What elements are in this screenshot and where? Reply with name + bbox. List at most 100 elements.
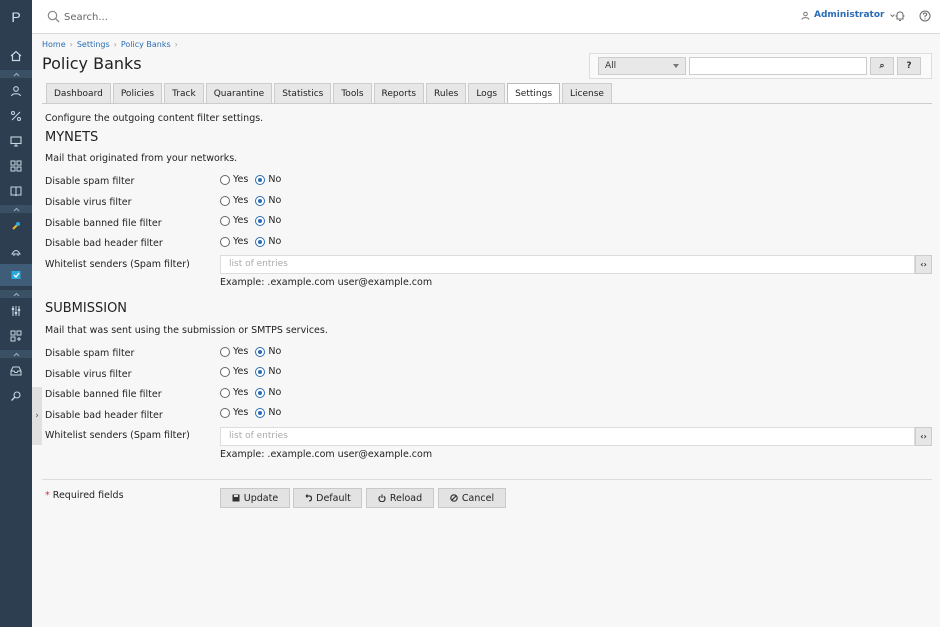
reload-button[interactable]: Reload bbox=[366, 488, 434, 508]
breadcrumb: Home › Settings › Policy Banks › bbox=[42, 40, 178, 49]
radio-button[interactable] bbox=[255, 366, 266, 377]
field-label: Whitelist senders (Spam filter) bbox=[45, 430, 190, 441]
radio-button[interactable] bbox=[255, 215, 266, 226]
radio-yes[interactable]: Yes bbox=[220, 387, 248, 398]
help-icon[interactable] bbox=[919, 10, 931, 22]
collapse-group-toggle[interactable] bbox=[0, 205, 32, 213]
radio-yes[interactable]: Yes bbox=[220, 366, 248, 377]
policy-banks-icon[interactable] bbox=[0, 264, 32, 286]
filter-search-button[interactable]: ⌕ bbox=[870, 57, 894, 75]
tab-statistics[interactable]: Statistics bbox=[274, 83, 332, 103]
radio-no[interactable]: No bbox=[255, 195, 281, 206]
radio-button[interactable] bbox=[220, 407, 230, 418]
radio-button[interactable] bbox=[220, 174, 230, 185]
radio-yes[interactable]: Yes bbox=[220, 215, 248, 226]
radio-label: No bbox=[268, 236, 282, 247]
spam-icon[interactable] bbox=[0, 215, 32, 237]
tab-settings[interactable]: Settings bbox=[507, 83, 561, 104]
collapse-group-toggle[interactable] bbox=[0, 350, 32, 358]
radio-button[interactable] bbox=[220, 236, 230, 247]
caret-down-icon bbox=[673, 64, 679, 68]
radio-no[interactable]: No bbox=[255, 346, 281, 357]
breadcrumb-settings[interactable]: Settings bbox=[77, 40, 110, 49]
tab-logs[interactable]: Logs bbox=[468, 83, 506, 103]
default-button[interactable]: Default bbox=[293, 488, 362, 508]
tab-bar: Dashboard Policies Track Quarantine Stat… bbox=[46, 83, 612, 104]
app-logo[interactable]: P bbox=[0, 0, 32, 34]
tab-quarantine[interactable]: Quarantine bbox=[205, 83, 273, 103]
expand-code-icon[interactable]: ‹› bbox=[915, 255, 932, 274]
update-button[interactable]: Update bbox=[220, 488, 290, 508]
inbox-icon[interactable] bbox=[0, 360, 32, 382]
radio-button[interactable] bbox=[220, 387, 230, 398]
user-icon[interactable] bbox=[0, 80, 32, 102]
top-bar: Administrator bbox=[32, 0, 940, 34]
tab-license[interactable]: License bbox=[562, 83, 612, 103]
field-label: Disable banned file filter bbox=[45, 389, 162, 400]
radio-button[interactable] bbox=[255, 407, 266, 418]
tab-reports[interactable]: Reports bbox=[373, 83, 425, 103]
grid-icon[interactable] bbox=[0, 155, 32, 177]
radio-yes[interactable]: Yes bbox=[220, 174, 248, 185]
radio-yes[interactable]: Yes bbox=[220, 236, 248, 247]
radio-button[interactable] bbox=[255, 174, 266, 185]
radio-yes[interactable]: Yes bbox=[220, 407, 248, 418]
radio-button[interactable] bbox=[220, 366, 230, 377]
radio-button[interactable] bbox=[220, 195, 230, 206]
required-star: * bbox=[45, 490, 50, 501]
radio-no[interactable]: No bbox=[255, 174, 281, 185]
radio-group: Yes No bbox=[220, 195, 288, 206]
apps-icon[interactable] bbox=[0, 325, 32, 347]
radio-no[interactable]: No bbox=[255, 387, 281, 398]
radio-yes[interactable]: Yes bbox=[220, 346, 248, 357]
expand-code-icon[interactable]: ‹› bbox=[915, 427, 932, 446]
tab-policies[interactable]: Policies bbox=[112, 83, 163, 103]
user-menu[interactable]: Administrator bbox=[801, 10, 897, 20]
collapse-group-toggle[interactable] bbox=[0, 290, 32, 298]
radio-button[interactable] bbox=[220, 215, 230, 226]
tab-tools[interactable]: Tools bbox=[333, 83, 372, 103]
sliders-icon[interactable] bbox=[0, 300, 32, 322]
tab-dashboard[interactable]: Dashboard bbox=[46, 83, 111, 103]
radio-no[interactable]: No bbox=[255, 215, 281, 226]
filter-select[interactable]: All bbox=[598, 57, 686, 75]
power-icon bbox=[378, 494, 386, 502]
monitor-icon[interactable] bbox=[0, 130, 32, 152]
help-button[interactable]: ? bbox=[897, 57, 921, 75]
section-title-mynets: MYNETS bbox=[45, 130, 99, 145]
cancel-button[interactable]: Cancel bbox=[438, 488, 506, 508]
tabs-divider bbox=[42, 103, 932, 104]
tab-track[interactable]: Track bbox=[164, 83, 204, 103]
percent-icon[interactable] bbox=[0, 105, 32, 127]
radio-label: Yes bbox=[233, 236, 249, 247]
home-icon[interactable] bbox=[0, 45, 32, 67]
radio-no[interactable]: No bbox=[255, 236, 281, 247]
whitelist-input[interactable]: list of entries bbox=[220, 255, 915, 274]
search-input[interactable] bbox=[64, 9, 364, 25]
tab-rules[interactable]: Rules bbox=[426, 83, 467, 103]
radio-no[interactable]: No bbox=[255, 407, 281, 418]
search-tool-icon[interactable] bbox=[0, 385, 32, 407]
radio-button[interactable] bbox=[255, 195, 266, 206]
radio-button[interactable] bbox=[220, 346, 230, 357]
radio-button[interactable] bbox=[255, 346, 266, 357]
virus-icon[interactable] bbox=[0, 240, 32, 262]
book-icon[interactable] bbox=[0, 180, 32, 202]
radio-yes[interactable]: Yes bbox=[220, 195, 248, 206]
radio-button[interactable] bbox=[255, 236, 266, 247]
radio-no[interactable]: No bbox=[255, 366, 281, 377]
radio-button[interactable] bbox=[255, 387, 266, 398]
whitelist-input[interactable]: list of entries bbox=[220, 427, 915, 446]
ban-icon bbox=[450, 494, 458, 502]
filter-search-input[interactable] bbox=[689, 57, 867, 75]
intro-text: Configure the outgoing content filter se… bbox=[45, 113, 264, 124]
radio-label: No bbox=[268, 366, 282, 377]
radio-group: Yes No bbox=[220, 174, 288, 185]
sidebar: P bbox=[0, 0, 32, 627]
panel-expand-handle[interactable]: › bbox=[32, 387, 42, 445]
field-label: Disable bad header filter bbox=[45, 410, 163, 421]
breadcrumb-home[interactable]: Home bbox=[42, 40, 66, 49]
notification-icon[interactable] bbox=[894, 10, 906, 22]
breadcrumb-policy-banks[interactable]: Policy Banks bbox=[121, 40, 171, 49]
collapse-group-toggle[interactable] bbox=[0, 70, 32, 78]
